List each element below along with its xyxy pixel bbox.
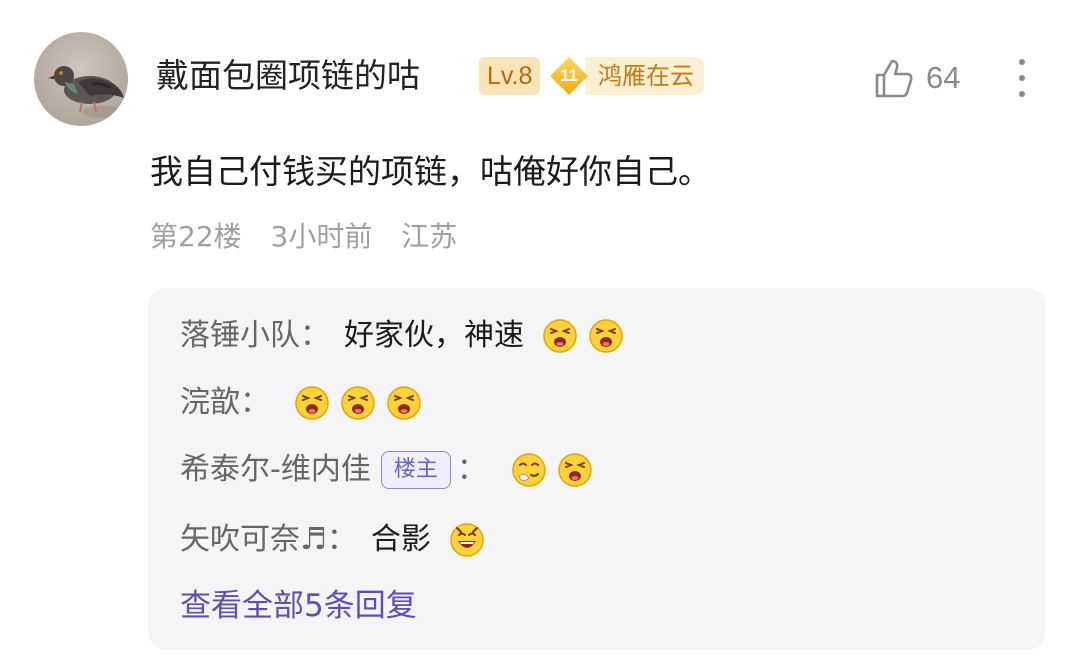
pigeon-avatar — [48, 66, 126, 118]
laughing-emoji — [589, 319, 623, 353]
laughing-emoji — [543, 319, 577, 353]
reply-item[interactable]: 矢吹可奈♬ ： 合影 — [180, 516, 485, 564]
reply-author[interactable]: 落锤小队 — [180, 312, 300, 360]
fan-level: 11 — [560, 66, 578, 85]
reply-separator: ： — [456, 452, 487, 487]
replies-box[interactable]: 落锤小队 ： 好家伙，神速 浣歆 ： 希泰尔-维内佳 楼主 ： 矢吹可奈♬ ： … — [148, 288, 1046, 650]
fan-badge[interactable]: 11 鸿雁在云 — [548, 55, 704, 97]
laughing-emoji — [558, 453, 592, 487]
floor-number: 第22楼 — [150, 220, 242, 253]
reply-author[interactable]: 矢吹可奈♬ — [180, 516, 327, 564]
reply-author[interactable]: 浣歆 — [180, 379, 240, 427]
laughing-emoji — [387, 386, 421, 420]
diamond-icon: 11 — [548, 55, 590, 97]
sneaky-emoji — [512, 453, 546, 487]
comment-body: 我自己付钱买的项链，咕俺好你自己。 — [150, 152, 711, 191]
location: 江苏 — [401, 220, 458, 253]
reply-author[interactable]: 希泰尔-维内佳 — [180, 446, 371, 494]
laughing-emoji — [341, 386, 375, 420]
reply-separator: ： — [300, 318, 330, 353]
more-vertical-icon[interactable] — [1012, 56, 1032, 100]
post-time: 3小时前 — [270, 220, 373, 253]
level-badge: Lv.8 — [479, 57, 541, 95]
reply-separator: ： — [240, 385, 270, 420]
thumbs-up-icon — [875, 59, 913, 98]
happy-emoji — [450, 523, 484, 557]
like-count: 64 — [926, 60, 961, 95]
like-button[interactable]: 64 — [872, 56, 960, 100]
fan-badge-name: 鸿雁在云 — [586, 57, 704, 95]
reply-item[interactable]: 浣歆 ： — [180, 379, 422, 427]
username[interactable]: 戴面包圈项链的咕 — [156, 54, 420, 98]
comment-meta: 第22楼 3小时前 江苏 — [150, 218, 477, 256]
user-avatar[interactable] — [34, 32, 128, 126]
op-badge: 楼主 — [380, 451, 451, 489]
reply-item[interactable]: 落锤小队 ： 好家伙，神速 — [180, 312, 624, 360]
reply-text: 好家伙，神速 — [344, 318, 524, 353]
reply-item[interactable]: 希泰尔-维内佳 楼主 ： — [180, 446, 593, 494]
laughing-emoji — [295, 386, 329, 420]
comment-card: 戴面包圈项链的咕 Lv.8 11 鸿雁在云 64 我自己付钱买的项链，咕俺好你自… — [0, 0, 1080, 664]
reply-separator: ： — [326, 522, 357, 557]
view-all-replies-link[interactable]: 查看全部5条回复 — [180, 584, 417, 628]
reply-text: 合影 — [370, 522, 431, 557]
